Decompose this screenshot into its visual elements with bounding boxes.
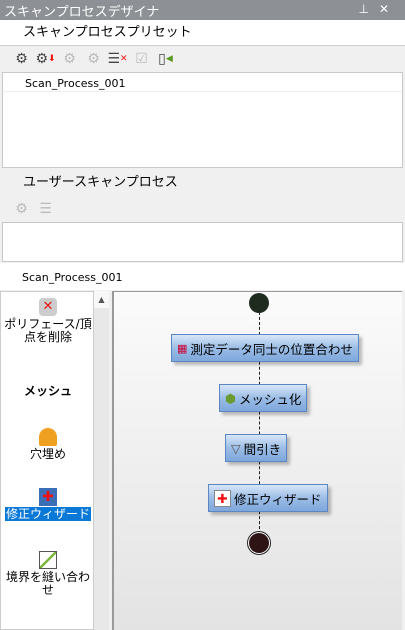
load-preset-icon[interactable]: ▯ ◀ <box>156 50 175 69</box>
new-preset-icon[interactable]: ⚙ <box>12 50 31 69</box>
delete-preset-icon[interactable]: ⚙ <box>84 50 103 69</box>
stitch-boundary-icon <box>39 551 57 569</box>
user-process-list <box>2 222 403 262</box>
end-node[interactable] <box>249 533 269 553</box>
pin-button[interactable]: ⊥ <box>358 2 378 16</box>
export-preset-icon[interactable]: ⚙ <box>60 50 79 69</box>
mesh-icon: ⬢ <box>225 390 236 406</box>
palette-category-mesh: メッシュ <box>23 384 72 398</box>
scroll-up-icon[interactable]: ▲ <box>94 291 109 308</box>
presets-header: スキャンプロセスプリセット <box>0 20 405 46</box>
delete-polyface-icon: ✕ <box>39 298 57 316</box>
delete-process-icon[interactable]: ⚙ <box>12 200 31 219</box>
tool-palette: ✕ ポリフェース/頂点を削除 メッシュ 穴埋め ✚ 修正ウィザード 境界を縫い合… <box>0 291 94 630</box>
registration-icon: ▦ <box>177 341 188 355</box>
fill-holes-icon <box>39 428 57 446</box>
filter-icon: ▽ <box>231 440 241 456</box>
flow-node-decimate[interactable]: ▽ 間引き <box>225 434 288 462</box>
delete-all-process-icon[interactable]: ☰ <box>36 200 55 219</box>
title-bar: スキャンプロセスデザイナ ⊥✕ <box>0 0 405 20</box>
close-button[interactable]: ✕ <box>379 2 399 16</box>
palette-item-stitch-boundary[interactable]: 境界を縫い合わせ <box>1 551 95 597</box>
presets-toolbar: ⚙ ⚙ ⬇ ⚙ ⚙ ☰ ✕ ☑ ▯ ◀ <box>0 46 405 72</box>
window-title: スキャンプロセスデザイナ <box>4 5 160 20</box>
preset-list: Scan_Process_001 <box>2 72 403 168</box>
flow-canvas[interactable]: ▦ 測定データ同士の位置合わせ ⬢ メッシュ化 ▽ 間引き ✚ 修正ウィザード <box>112 291 402 630</box>
palette-item-repair-wizard[interactable]: ✚ 修正ウィザード <box>1 488 95 521</box>
flow-node-registration[interactable]: ▦ 測定データ同士の位置合わせ <box>171 334 359 362</box>
start-node[interactable] <box>249 293 269 313</box>
user-toolbar: ⚙ ☰ <box>0 196 405 222</box>
user-process-header: ユーザースキャンプロセス <box>0 169 405 196</box>
repair-wizard-icon: ✚ <box>39 488 57 506</box>
import-preset-icon[interactable]: ⚙ ⬇ <box>35 50 55 69</box>
flow-node-meshing[interactable]: ⬢ メッシュ化 <box>219 384 308 412</box>
delete-all-icon[interactable]: ☰ ✕ <box>107 50 127 69</box>
palette-scrollbar[interactable]: ▲ <box>94 291 109 630</box>
apply-preset-icon[interactable]: ☑ <box>132 50 151 69</box>
palette-item-delete-polyface[interactable]: ✕ ポリフェース/頂点を削除 <box>1 298 95 344</box>
flow-node-repair-wizard[interactable]: ✚ 修正ウィザード <box>208 484 328 512</box>
current-process-name: Scan_Process_001 <box>0 263 405 290</box>
palette-item-fill-holes[interactable]: 穴埋め <box>1 428 95 461</box>
repair-icon: ✚ <box>214 489 231 507</box>
preset-item[interactable]: Scan_Process_001 <box>3 73 402 92</box>
